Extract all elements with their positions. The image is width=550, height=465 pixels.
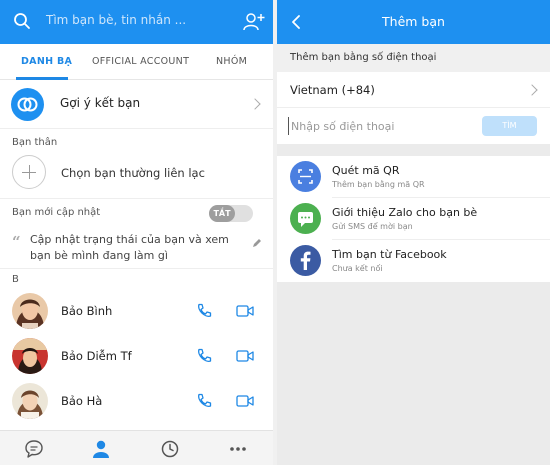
avatar (12, 338, 48, 374)
status-update-prompt[interactable]: Cập nhật trạng thái của bạn và xem bạn b… (30, 232, 248, 264)
add-friend-options: Quét mã QR Thêm bạn bằng mã QR Giới thiệ… (277, 156, 550, 282)
search-icon[interactable] (13, 12, 31, 30)
updates-toggle[interactable]: TẮT (209, 205, 253, 222)
tab-official-account[interactable]: OFFICIAL ACCOUNT (92, 56, 189, 67)
choose-frequent-contacts[interactable]: Chọn bạn thường liên lạc (61, 166, 205, 180)
toggle-label: TẮT (209, 205, 235, 222)
option-title: Quét mã QR (332, 164, 400, 177)
more-icon[interactable] (228, 439, 248, 459)
contacts-icon[interactable] (91, 439, 111, 459)
recent-updates-heading: Bạn mới cập nhật (12, 207, 101, 218)
messages-icon[interactable] (24, 439, 44, 459)
contact-row[interactable]: Bảo Hà (0, 378, 273, 423)
contact-row[interactable]: Bảo Diễm Tf (0, 333, 273, 378)
contacts-tabs: DANH BẠ OFFICIAL ACCOUNT NHÓM (0, 44, 273, 80)
video-call-icon[interactable] (236, 350, 254, 362)
quote-icon: “ (12, 233, 21, 251)
phone-icon[interactable] (196, 303, 212, 319)
bottom-nav (0, 430, 273, 465)
avatar (12, 293, 48, 329)
phone-icon[interactable] (196, 348, 212, 364)
section-letter: B (12, 274, 19, 285)
phone-section-label: Thêm bạn bằng số điện thoại (290, 52, 437, 63)
tab-groups[interactable]: NHÓM (216, 56, 247, 67)
back-arrow-icon[interactable] (291, 15, 301, 29)
divider (0, 198, 273, 199)
friend-suggestions-row[interactable]: Gợi ý kết bạn (0, 80, 273, 129)
contact-name: Bảo Bình (61, 304, 113, 318)
tab-contacts[interactable]: DANH BẠ (21, 56, 72, 67)
page-title: Thêm bạn (382, 14, 445, 29)
add-friend-screen: Thêm bạn Thêm bạn bằng số điện thoại Vie… (277, 0, 550, 465)
phone-icon[interactable] (196, 393, 212, 409)
contact-name: Bảo Hà (61, 394, 103, 408)
facebook-option[interactable]: Tìm bạn từ Facebook Chưa kết nối (277, 240, 550, 282)
search-phone-button[interactable]: TÌM (482, 116, 537, 136)
video-call-icon[interactable] (236, 305, 254, 317)
video-call-icon[interactable] (236, 395, 254, 407)
option-subtitle: Thêm bạn bằng mã QR (332, 180, 425, 189)
add-friend-icon[interactable] (243, 12, 265, 32)
country-selector[interactable]: Vietnam (+84) (277, 72, 550, 108)
option-title: Tìm bạn từ Facebook (332, 248, 447, 261)
pencil-icon[interactable] (252, 238, 262, 248)
chevron-right-icon (526, 84, 538, 96)
phone-section-heading: Thêm bạn bằng số điện thoại (277, 44, 550, 72)
phone-number-input[interactable] (288, 117, 468, 135)
search-input[interactable]: Tìm bạn bè, tin nhắn ... (46, 13, 186, 27)
option-subtitle: Gửi SMS để mời bạn (332, 222, 413, 231)
invite-sms-option[interactable]: Giới thiệu Zalo cho bạn bè Gửi SMS để mờ… (277, 198, 550, 240)
sms-icon (290, 203, 321, 234)
timeline-clock-icon[interactable] (160, 439, 180, 459)
option-subtitle: Chưa kết nối (332, 264, 383, 273)
country-code-label: Vietnam (+84) (290, 83, 375, 97)
contacts-header: Tìm bạn bè, tin nhắn ... (0, 0, 273, 44)
contacts-screen: Tìm bạn bè, tin nhắn ... DANH BẠ OFFICIA… (0, 0, 273, 465)
close-friends-heading: Bạn thân (12, 137, 58, 148)
chevron-right-icon (249, 98, 261, 110)
friend-suggestions-icon (11, 88, 44, 121)
add-friend-header: Thêm bạn (277, 0, 550, 44)
avatar (12, 383, 48, 419)
facebook-icon (290, 245, 321, 276)
qr-scan-icon (290, 161, 321, 192)
option-title: Giới thiệu Zalo cho bạn bè (332, 206, 478, 219)
contact-name: Bảo Diễm Tf (61, 349, 132, 363)
add-close-friend-icon[interactable] (12, 155, 46, 189)
friend-suggestions-label: Gợi ý kết bạn (60, 96, 141, 110)
contact-row[interactable]: Bảo Bình (0, 288, 273, 333)
qr-scan-option[interactable]: Quét mã QR Thêm bạn bằng mã QR (277, 156, 550, 198)
divider (0, 268, 273, 269)
phone-input-row: TÌM (277, 108, 550, 144)
